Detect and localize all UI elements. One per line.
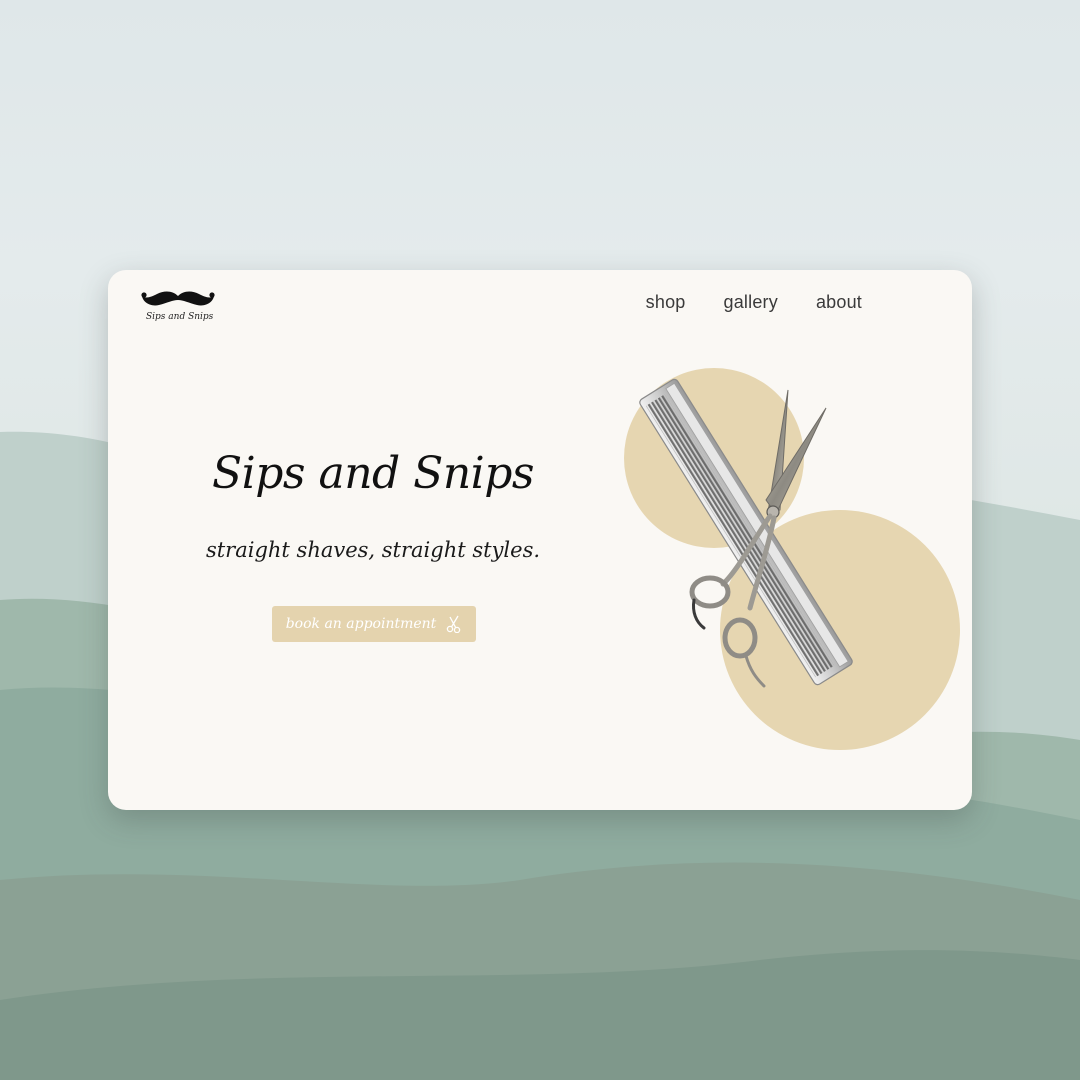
scissors-icon xyxy=(447,615,461,633)
landing-card: Sips and Snips shop gallery about Sips a… xyxy=(108,270,972,810)
brand-logo[interactable]: Sips and Snips xyxy=(138,290,218,330)
comb-and-scissors-illustration xyxy=(639,378,853,688)
nav-item-about[interactable]: about xyxy=(816,292,862,313)
mustache-icon xyxy=(141,291,215,306)
logo-text: Sips and Snips xyxy=(146,312,214,322)
nav-item-gallery[interactable]: gallery xyxy=(724,292,778,313)
comb-icon xyxy=(639,378,853,686)
book-appointment-button[interactable]: book an appointment xyxy=(272,606,476,642)
hero-subtitle: straight shaves, straight styles. xyxy=(205,538,541,562)
book-appointment-label: book an appointment xyxy=(285,616,437,632)
main-nav: shop gallery about xyxy=(646,292,862,313)
nav-item-shop[interactable]: shop xyxy=(646,292,686,313)
hero-title: Sips and Snips xyxy=(212,448,534,499)
